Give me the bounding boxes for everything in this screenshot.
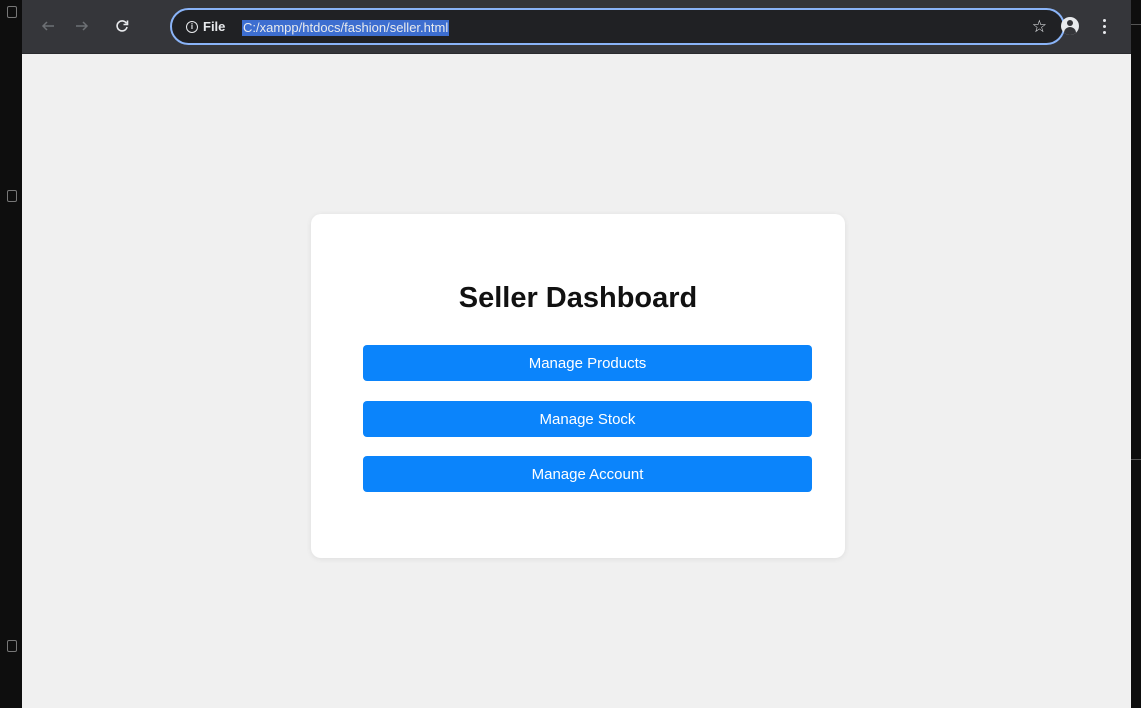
site-info-chip[interactable]: i File [186, 19, 225, 34]
info-icon: i [186, 20, 198, 33]
url-text[interactable]: C:/xampp/htdocs/fashion/seller.html [242, 20, 450, 36]
back-button[interactable] [36, 14, 60, 38]
menu-dot [1102, 18, 1106, 22]
arrow-left-icon [41, 21, 54, 31]
background-window-edge-left [0, 0, 22, 708]
window-edge-line [1131, 24, 1141, 25]
site-info-label: File [203, 19, 226, 34]
manage-account-button[interactable]: Manage Account [363, 456, 812, 492]
window-edge-mark [7, 640, 17, 652]
dashboard-card: Seller Dashboard Manage Products Manage … [311, 214, 845, 558]
menu-dot [1102, 30, 1106, 34]
window-edge-line [1131, 459, 1141, 460]
reload-icon [116, 20, 129, 32]
forward-button[interactable] [70, 14, 94, 38]
window-edge-mark [7, 190, 17, 202]
profile-head [1067, 20, 1073, 26]
manage-products-button[interactable]: Manage Products [363, 345, 812, 381]
manage-stock-button[interactable]: Manage Stock [363, 401, 812, 437]
profile-icon[interactable] [1061, 17, 1079, 35]
page-viewport: Seller Dashboard Manage Products Manage … [22, 54, 1131, 708]
address-bar[interactable]: i File C:/xampp/htdocs/fashion/seller.ht… [170, 8, 1065, 45]
page-title: Seller Dashboard [458, 282, 698, 314]
window-edge-mark [7, 6, 17, 18]
kebab-menu-icon[interactable] [1098, 14, 1110, 38]
menu-dot [1102, 24, 1106, 28]
background-window-edge-right [1131, 0, 1141, 708]
reload-button[interactable] [110, 14, 134, 38]
star-icon[interactable]: ☆ [1032, 17, 1047, 37]
profile-body [1064, 27, 1076, 35]
arrow-right-icon [76, 21, 89, 31]
browser-toolbar: i File C:/xampp/htdocs/fashion/seller.ht… [22, 0, 1131, 53]
